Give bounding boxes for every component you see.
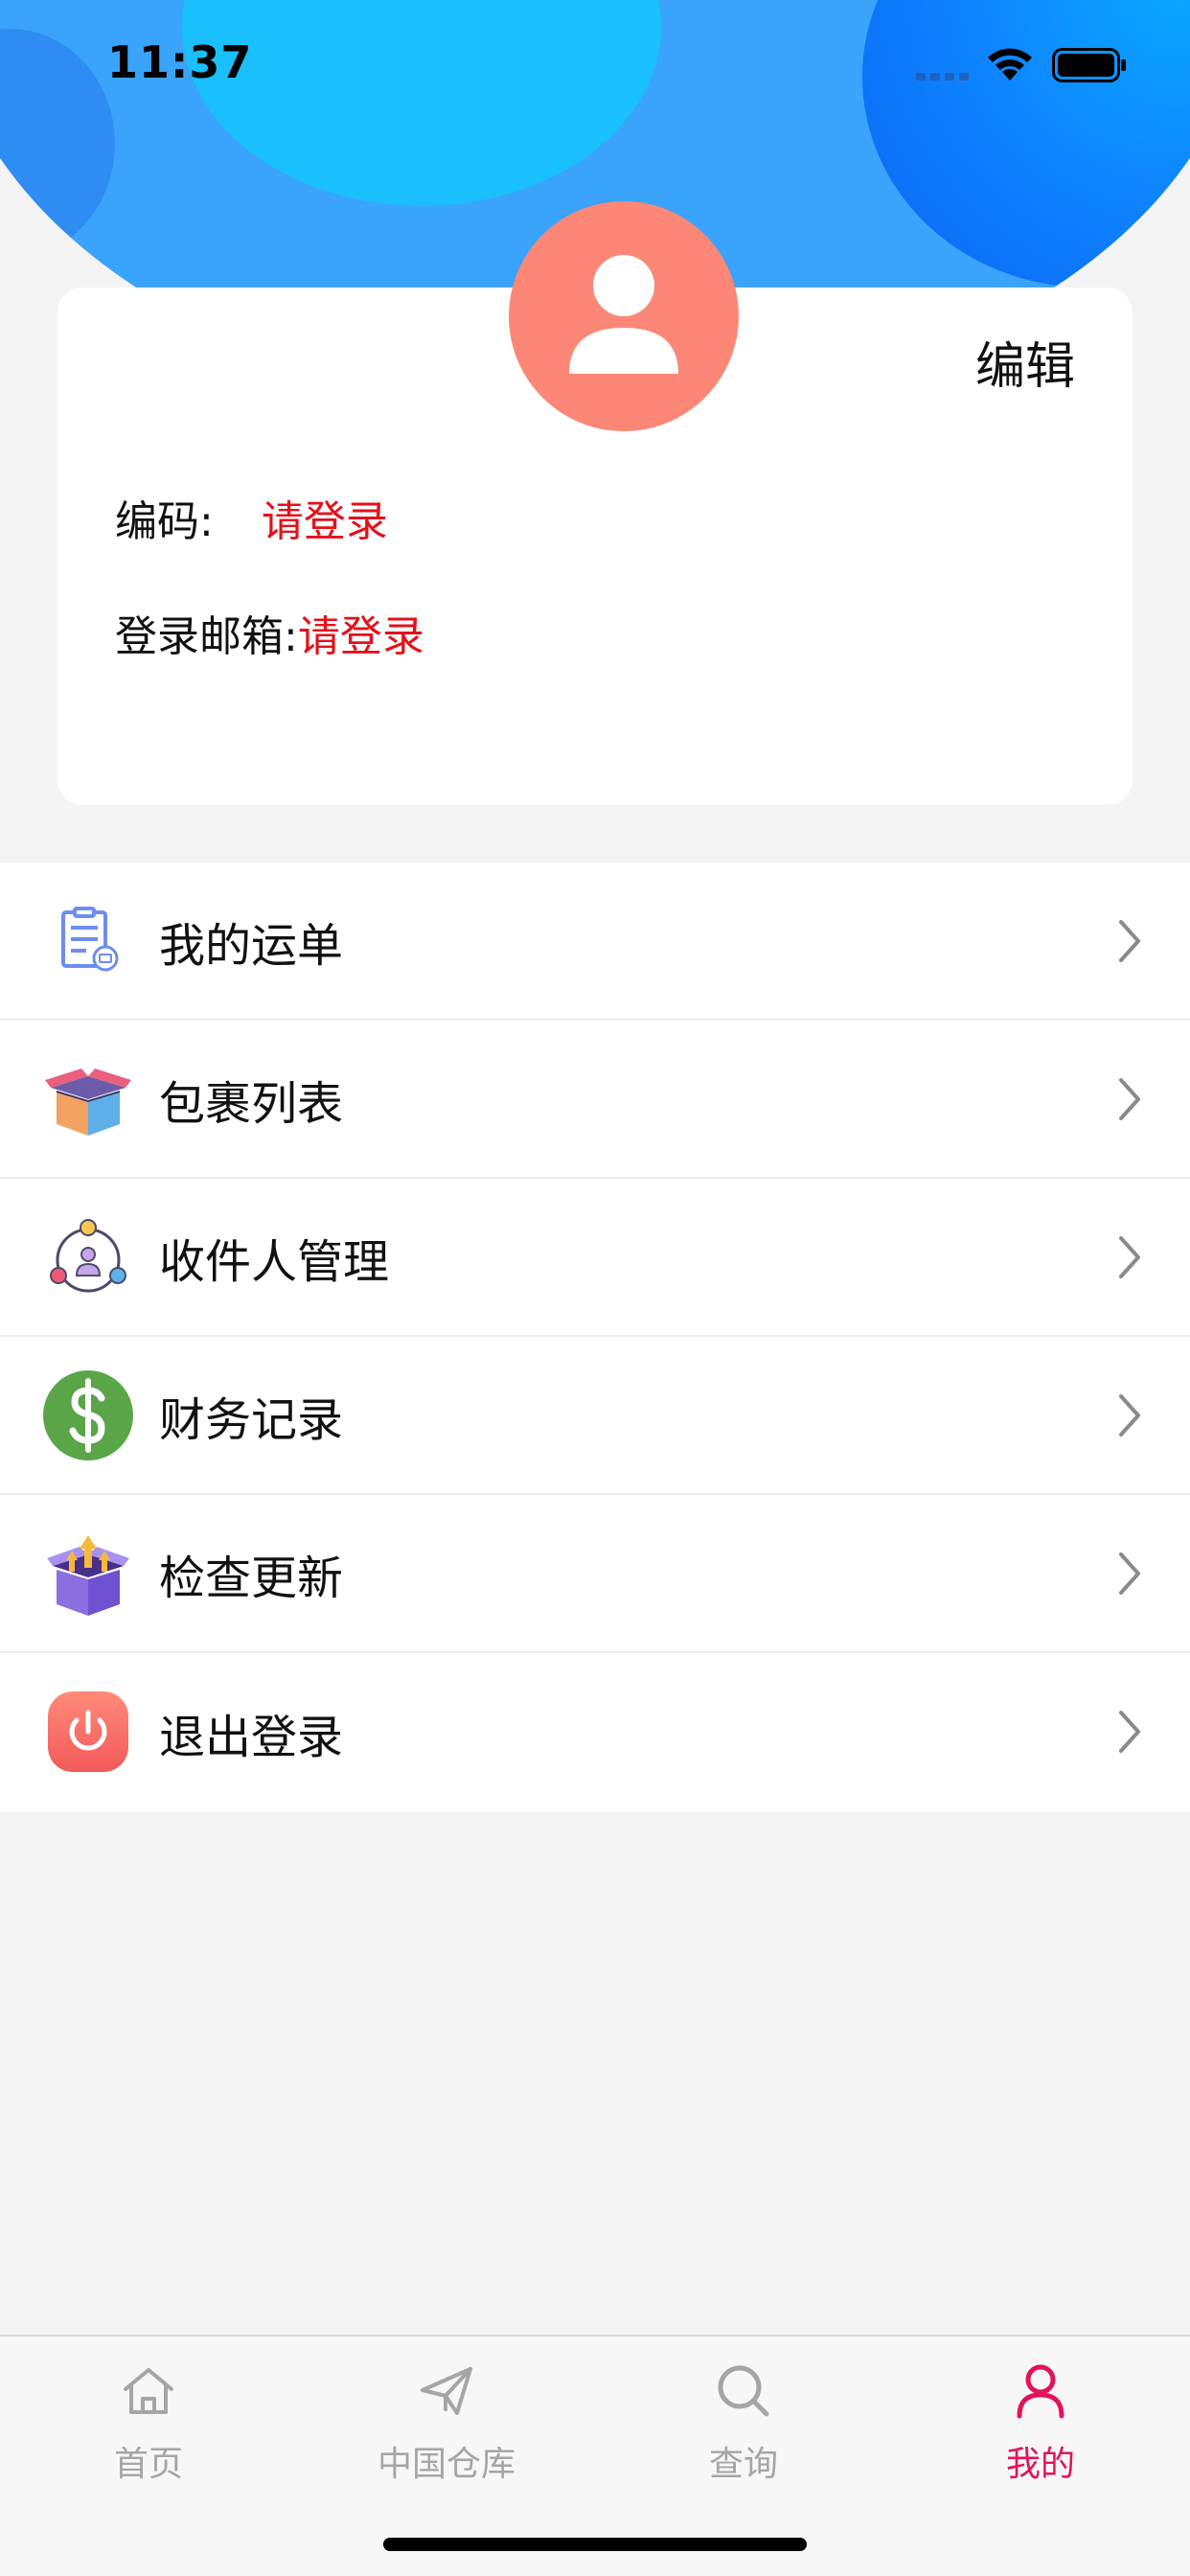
email-value[interactable]: 请登录 xyxy=(298,602,424,663)
package-icon xyxy=(42,1053,134,1145)
menu-item-label: 我的运单 xyxy=(159,918,344,973)
paper-plane-icon xyxy=(421,2367,472,2415)
tab-label: 查询 xyxy=(708,2445,778,2484)
email-row: 登录邮箱: 请登录 xyxy=(115,602,424,663)
chevron-right-icon xyxy=(1119,920,1140,962)
avatar[interactable] xyxy=(509,201,739,431)
dollar-icon xyxy=(42,1369,134,1461)
code-value[interactable]: 请登录 xyxy=(262,487,388,548)
tab-label: 我的 xyxy=(1005,2445,1075,2484)
chevron-right-icon xyxy=(1119,1552,1140,1595)
code-row: 编码: 请登录 xyxy=(115,487,388,548)
tab-query[interactable]: 查询 xyxy=(595,2336,892,2509)
menu-list: 我的运单 包裹列表 收件人管理 财务记录 检查更新 退出登录 xyxy=(0,862,1190,1811)
menu-item-label: 退出登录 xyxy=(159,1710,344,1764)
menu-item-finance[interactable]: 财务记录 xyxy=(0,1337,1190,1495)
profile-page: 11:37 编辑 编码: 请登录 登录邮箱: 请登录 我的运单 包裹列表 收件人… xyxy=(0,0,1190,2576)
chevron-right-icon xyxy=(1119,1711,1140,1753)
battery-icon xyxy=(1052,48,1126,82)
home-indicator[interactable] xyxy=(383,2538,807,2551)
menu-item-label: 包裹列表 xyxy=(159,1076,344,1131)
email-label: 登录邮箱: xyxy=(115,612,298,661)
chevron-right-icon xyxy=(1119,1078,1140,1120)
tab-mine[interactable]: 我的 xyxy=(892,2336,1189,2509)
home-icon xyxy=(124,2368,173,2414)
recipients-icon xyxy=(42,1211,134,1303)
code-label: 编码: xyxy=(115,497,214,546)
user-icon xyxy=(1017,2364,1064,2419)
tab-home[interactable]: 首页 xyxy=(0,2336,297,2509)
status-bar: 11:37 xyxy=(0,0,1190,126)
chevron-right-icon xyxy=(1119,1394,1140,1437)
tab-label: 首页 xyxy=(113,2445,183,2484)
menu-item-logout[interactable]: 退出登录 xyxy=(0,1653,1190,1811)
chevron-right-icon xyxy=(1119,1236,1140,1278)
waybill-icon xyxy=(42,895,134,987)
cellular-signal-icon xyxy=(916,73,969,80)
menu-item-recipients[interactable]: 收件人管理 xyxy=(0,1179,1190,1337)
menu-item-check-update[interactable]: 检查更新 xyxy=(0,1495,1190,1653)
edit-button[interactable]: 编辑 xyxy=(975,326,1075,398)
tab-label: 中国仓库 xyxy=(377,2445,515,2484)
menu-item-label: 收件人管理 xyxy=(159,1234,390,1289)
menu-item-label: 检查更新 xyxy=(159,1551,344,1605)
power-icon xyxy=(42,1686,134,1778)
wifi-icon xyxy=(988,48,1032,80)
update-box-icon xyxy=(42,1528,134,1620)
menu-item-packages[interactable]: 包裹列表 xyxy=(0,1021,1190,1179)
menu-item-label: 财务记录 xyxy=(159,1392,344,1447)
user-silhouette-icon xyxy=(569,255,678,374)
tab-china-warehouse[interactable]: 中国仓库 xyxy=(298,2336,595,2509)
search-icon xyxy=(718,2365,769,2417)
menu-item-waybills[interactable]: 我的运单 xyxy=(0,862,1190,1021)
status-time: 11:37 xyxy=(107,36,253,88)
